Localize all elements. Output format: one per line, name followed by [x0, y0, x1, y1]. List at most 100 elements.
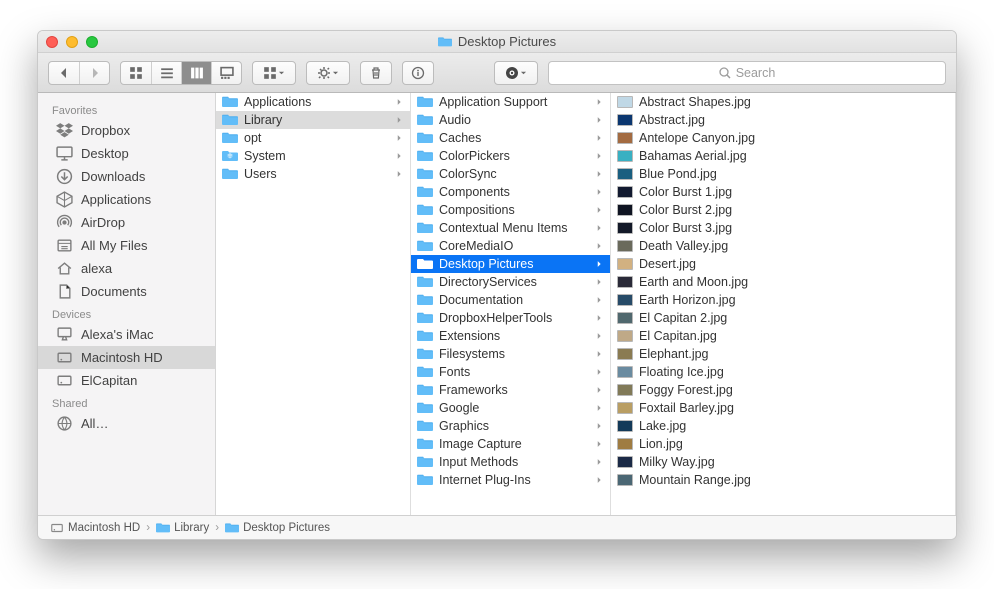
file-row[interactable]: Floating Ice.jpg [611, 363, 955, 381]
folder-row[interactable]: Fonts [411, 363, 610, 381]
sidebar-item-label: Macintosh HD [81, 350, 163, 365]
sidebar-item[interactable]: Desktop [38, 142, 215, 165]
folder-row[interactable]: Filesystems [411, 345, 610, 363]
arrange-button[interactable] [253, 62, 295, 84]
zoom-button[interactable] [86, 36, 98, 48]
nav-buttons [48, 61, 110, 85]
folder-row[interactable]: Extensions [411, 327, 610, 345]
row-label: Filesystems [439, 347, 590, 361]
file-row[interactable]: Elephant.jpg [611, 345, 955, 363]
sidebar-item[interactable]: All… [38, 412, 215, 435]
arrow-icon [596, 185, 604, 200]
sidebar-item[interactable]: Applications [38, 188, 215, 211]
window-title: Desktop Pictures [38, 34, 956, 49]
folder-icon [417, 256, 433, 272]
folder-row[interactable]: Internet Plug-Ins [411, 471, 610, 489]
file-row[interactable]: Foxtail Barley.jpg [611, 399, 955, 417]
minimize-button[interactable] [66, 36, 78, 48]
folder-row[interactable]: ColorPickers [411, 147, 610, 165]
gallery-view-button[interactable] [211, 62, 241, 84]
file-row[interactable]: Color Burst 3.jpg [611, 219, 955, 237]
folder-row[interactable]: Documentation [411, 291, 610, 309]
file-row[interactable]: Bahamas Aerial.jpg [611, 147, 955, 165]
folder-row[interactable]: DirectoryServices [411, 273, 610, 291]
sidebar-item[interactable]: Dropbox [38, 119, 215, 142]
quicklook-button[interactable] [495, 62, 537, 84]
file-row[interactable]: El Capitan.jpg [611, 327, 955, 345]
folder-row[interactable]: Graphics [411, 417, 610, 435]
file-row[interactable]: Color Burst 2.jpg [611, 201, 955, 219]
row-label: Color Burst 3.jpg [639, 221, 949, 235]
file-row[interactable]: El Capitan 2.jpg [611, 309, 955, 327]
file-row[interactable]: Abstract Shapes.jpg [611, 93, 955, 111]
row-label: Milky Way.jpg [639, 455, 949, 469]
sidebar-item[interactable]: All My Files [38, 234, 215, 257]
trash-button[interactable] [361, 62, 391, 84]
sidebar-item[interactable]: Documents [38, 280, 215, 303]
pathbar-label: Macintosh HD [68, 522, 140, 534]
folder-row[interactable]: Users [216, 165, 410, 183]
file-row[interactable]: Lake.jpg [611, 417, 955, 435]
file-row[interactable]: Blue Pond.jpg [611, 165, 955, 183]
folder-row[interactable]: Components [411, 183, 610, 201]
folder-row[interactable]: Application Support [411, 93, 610, 111]
file-row[interactable]: Antelope Canyon.jpg [611, 129, 955, 147]
back-button[interactable] [49, 62, 79, 84]
folder-row[interactable]: Desktop Pictures [411, 255, 610, 273]
folder-row[interactable]: System [216, 147, 410, 165]
pathbar-item[interactable]: Macintosh HD [50, 521, 140, 535]
folder-icon [417, 346, 433, 362]
folder-row[interactable]: Applications [216, 93, 410, 111]
file-row[interactable]: Lion.jpg [611, 435, 955, 453]
window-body: FavoritesDropboxDesktopDownloadsApplicat… [38, 93, 956, 515]
file-row[interactable]: Foggy Forest.jpg [611, 381, 955, 399]
sidebar-item[interactable]: Downloads [38, 165, 215, 188]
pathbar-item[interactable]: Desktop Pictures [225, 521, 330, 535]
action-button[interactable] [307, 62, 349, 84]
folder-row[interactable]: CoreMediaIO [411, 237, 610, 255]
row-label: El Capitan.jpg [639, 329, 949, 343]
folder-row[interactable]: Compositions [411, 201, 610, 219]
folder-row[interactable]: ColorSync [411, 165, 610, 183]
sidebar-item[interactable]: Macintosh HD [38, 346, 215, 369]
sidebar-item[interactable]: Alexa's iMac [38, 323, 215, 346]
file-row[interactable]: Color Burst 1.jpg [611, 183, 955, 201]
folder-row[interactable]: Input Methods [411, 453, 610, 471]
dropdown-icon [519, 66, 528, 80]
pathbar-item[interactable]: Library [156, 521, 209, 535]
sidebar-item[interactable]: AirDrop [38, 211, 215, 234]
row-label: Death Valley.jpg [639, 239, 949, 253]
folder-row[interactable]: Library [216, 111, 410, 129]
folder-row[interactable]: Frameworks [411, 381, 610, 399]
folder-row[interactable]: Audio [411, 111, 610, 129]
column-view-button[interactable] [181, 62, 211, 84]
sidebar-item[interactable]: ElCapitan [38, 369, 215, 392]
folder-row[interactable]: Contextual Menu Items [411, 219, 610, 237]
forward-button[interactable] [79, 62, 109, 84]
file-row[interactable]: Milky Way.jpg [611, 453, 955, 471]
file-row[interactable]: Abstract.jpg [611, 111, 955, 129]
file-row[interactable]: Earth Horizon.jpg [611, 291, 955, 309]
image-thumb-icon [617, 366, 633, 378]
file-row[interactable]: Mountain Range.jpg [611, 471, 955, 489]
list-view-button[interactable] [151, 62, 181, 84]
row-label: Compositions [439, 203, 590, 217]
file-row[interactable]: Death Valley.jpg [611, 237, 955, 255]
folder-row[interactable]: DropboxHelperTools [411, 309, 610, 327]
folder-row[interactable]: Google [411, 399, 610, 417]
arrow-icon [596, 329, 604, 344]
arrow-icon [596, 95, 604, 110]
folder-row[interactable]: Caches [411, 129, 610, 147]
sidebar-item[interactable]: alexa [38, 257, 215, 280]
row-label: Contextual Menu Items [439, 221, 590, 235]
file-row[interactable]: Earth and Moon.jpg [611, 273, 955, 291]
search-input[interactable]: Search [548, 61, 946, 85]
icon-view-button[interactable] [121, 62, 151, 84]
folder-row[interactable]: Image Capture [411, 435, 610, 453]
close-button[interactable] [46, 36, 58, 48]
path-separator-icon: › [146, 522, 150, 534]
info-button[interactable] [403, 62, 433, 84]
file-row[interactable]: Desert.jpg [611, 255, 955, 273]
folder-row[interactable]: opt [216, 129, 410, 147]
image-thumb-icon [617, 384, 633, 396]
